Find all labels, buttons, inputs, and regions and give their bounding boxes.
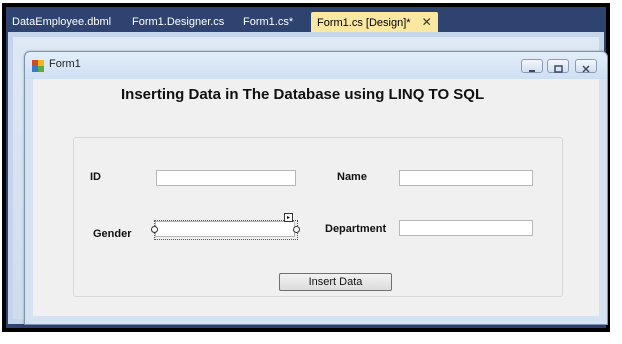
window-close-button[interactable] [575,59,597,73]
resize-handle-right[interactable] [293,226,300,233]
selection-outline [154,220,298,240]
restore-icon [554,65,563,73]
restore-button[interactable] [547,59,569,73]
tab-form1-design[interactable]: Form1.cs [Design]* ✕ [311,12,438,33]
insert-data-button[interactable]: Insert Data [279,273,392,291]
form-window[interactable]: Form1 Inserting Data in The Database usi… [24,51,608,325]
id-textbox[interactable] [156,170,296,186]
tab-dataemployee-dbml[interactable]: DataEmployee.dbml [12,13,111,31]
name-textbox[interactable] [399,170,533,186]
department-textbox[interactable] [399,220,533,236]
resize-handle-left[interactable] [151,226,158,233]
name-label: Name [337,171,367,183]
form-client-area: Inserting Data in The Database using LIN… [33,79,599,316]
tab-label: Form1.cs [Design]* [317,17,411,29]
tab-label: DataEmployee.dbml [12,16,112,28]
tab-label: Form1.Designer.cs [132,16,225,28]
form-heading: Inserting Data in The Database using LIN… [121,86,485,103]
close-icon [582,65,590,73]
design-surface-inner: Form1 Inserting Data in The Database usi… [13,37,608,325]
tab-form1-designer-cs[interactable]: Form1.Designer.cs [132,13,224,31]
department-label: Department [325,223,387,235]
minimize-button[interactable] [521,59,543,73]
smart-tag-icon[interactable]: ▸ [284,213,293,222]
tab-label: Form1.cs* [243,16,294,28]
ide-document-area: DataEmployee.dbml Form1.Designer.cs Form… [6,7,608,328]
minimize-icon [529,70,535,72]
tab-form1-cs[interactable]: Form1.cs* [243,13,293,31]
document-tab-bar: DataEmployee.dbml Form1.Designer.cs Form… [6,7,606,33]
screenshot-frame: DataEmployee.dbml Form1.Designer.cs Form… [2,3,610,332]
design-surface: Form1 Inserting Data in The Database usi… [8,32,608,325]
gender-label: Gender [93,228,132,240]
form-titlebar: Form1 [25,52,607,79]
id-label: ID [90,171,101,183]
form-icon [32,60,44,72]
form-title: Form1 [49,58,81,70]
close-icon[interactable]: ✕ [422,12,432,33]
